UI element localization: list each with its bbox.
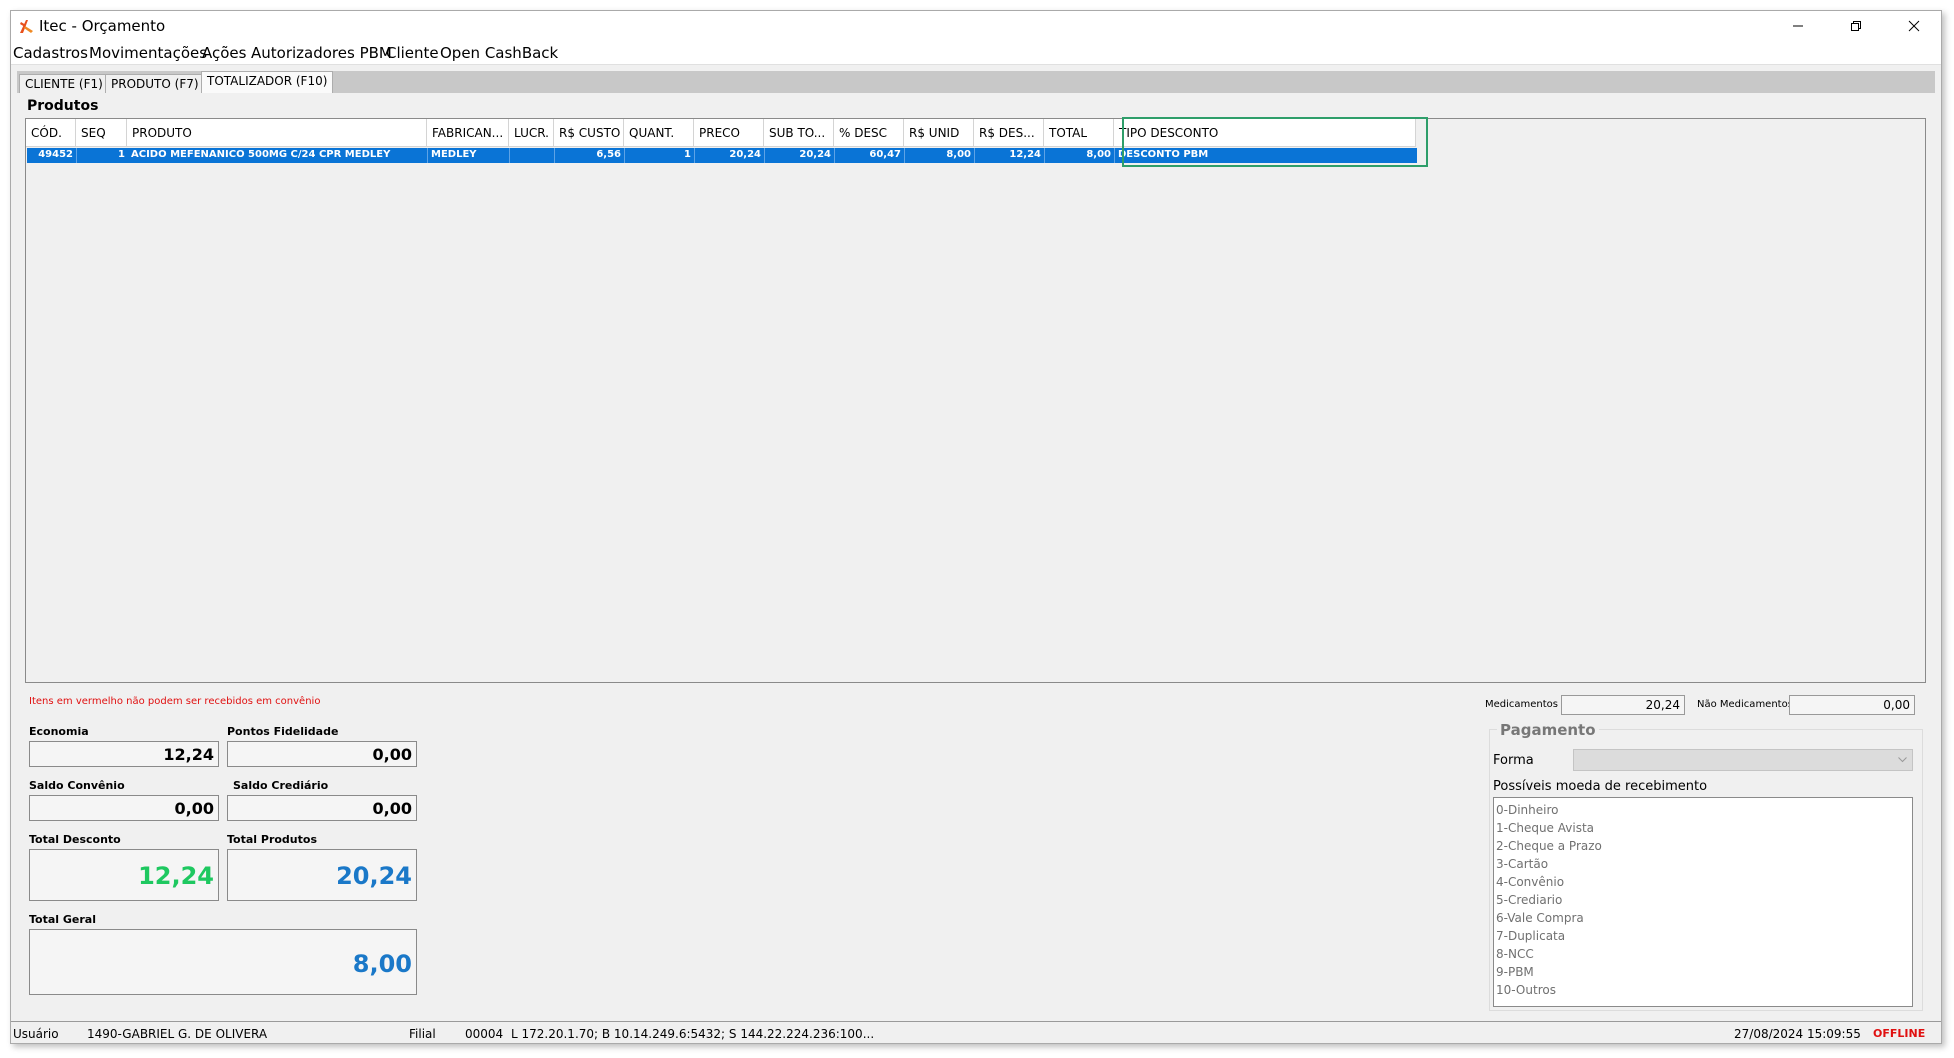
- menu-cadastros[interactable]: Cadastros: [13, 44, 88, 62]
- nao-medicamentos-label: Não Medicamentos: [1697, 699, 1793, 710]
- moeda-item-cartao[interactable]: 3-Cartão: [1496, 855, 1910, 873]
- column-header-cod[interactable]: CÓD.: [26, 119, 76, 147]
- moedas-list[interactable]: 0-Dinheiro 1-Cheque Avista 2-Cheque a Pr…: [1493, 797, 1913, 1007]
- total-geral-value: 8,00: [29, 929, 417, 995]
- chevron-down-icon: [1898, 757, 1907, 763]
- column-header-desconto[interactable]: R$ DES...: [974, 119, 1044, 147]
- moeda-item-convenio[interactable]: 4-Convênio: [1496, 873, 1910, 891]
- total-produtos-value: 20,24: [227, 849, 417, 901]
- cell-seq: 1: [118, 149, 125, 160]
- app-logo-icon: [20, 20, 33, 33]
- forma-label: Forma: [1493, 753, 1534, 768]
- window-title: Itec - Orçamento: [39, 17, 166, 35]
- economia-value: 12,24: [29, 741, 219, 767]
- column-header-seq[interactable]: SEQ: [76, 119, 127, 147]
- cell-tipo-desconto: DESCONTO PBM: [1118, 149, 1209, 160]
- tab-cliente[interactable]: CLIENTE (F1): [19, 74, 109, 93]
- moeda-item-ncc[interactable]: 8-NCC: [1496, 945, 1910, 963]
- total-geral-label: Total Geral: [29, 913, 96, 926]
- close-button[interactable]: [1891, 11, 1937, 41]
- total-desconto-label: Total Desconto: [29, 833, 121, 846]
- cell-fabricante: MEDLEY: [428, 148, 510, 163]
- pontos-fidelidade-label: Pontos Fidelidade: [227, 725, 339, 738]
- cell-preco: 20,24: [695, 148, 765, 163]
- column-header-desc-pct[interactable]: % DESC: [834, 119, 904, 147]
- moeda-item-outros[interactable]: 10-Outros: [1496, 981, 1910, 999]
- total-desconto-value: 12,24: [29, 849, 219, 901]
- moedas-label: Possíveis moeda de recebimento: [1493, 779, 1708, 794]
- column-header-custo[interactable]: R$ CUSTO: [554, 119, 624, 147]
- cell-produto: ACIDO MEFENANICO 500MG C/24 CPR MEDLEY: [128, 148, 428, 163]
- saldo-crediario-label: Saldo Crediário: [233, 779, 329, 792]
- main-window: Itec - Orçamento Cadastros Movimentações…: [10, 10, 1942, 1044]
- cell-desc-pct: 60,47: [835, 148, 905, 163]
- tab-produto[interactable]: PRODUTO (F7): [105, 74, 205, 93]
- moeda-item-duplicata[interactable]: 7-Duplicata: [1496, 927, 1910, 945]
- moeda-item-vale-compra[interactable]: 6-Vale Compra: [1496, 909, 1910, 927]
- cell-subtotal: 20,24: [765, 148, 835, 163]
- restore-icon: [1851, 21, 1861, 31]
- economia-label: Economia: [29, 725, 89, 738]
- column-header-total[interactable]: TOTAL: [1044, 119, 1114, 147]
- connection-info: L 172.20.1.70; B 10.14.249.6:5432; S 144…: [511, 1027, 875, 1041]
- menu-bar: Cadastros Movimentações Ações Autorizado…: [11, 41, 1941, 65]
- datetime: 27/08/2024 15:09:55: [1734, 1027, 1861, 1041]
- menu-movimentacoes[interactable]: Movimentações: [89, 44, 207, 62]
- saldo-convenio-value: 0,00: [29, 795, 219, 821]
- moeda-item-crediario[interactable]: 5-Crediario: [1496, 891, 1910, 909]
- title-bar: Itec - Orçamento: [11, 11, 1941, 41]
- cell-desconto: 12,24: [975, 148, 1045, 163]
- menu-autorizadores-pbm[interactable]: Autorizadores PBM: [251, 44, 392, 62]
- minimize-button[interactable]: [1775, 11, 1821, 41]
- menu-cliente[interactable]: Cliente: [386, 44, 439, 62]
- pagamento-title: Pagamento: [1497, 721, 1599, 739]
- cell-unid: 8,00: [905, 148, 975, 163]
- filial-value: 00004: [465, 1027, 504, 1041]
- cell-total: 8,00: [1045, 148, 1115, 163]
- moeda-item-dinheiro[interactable]: 0-Dinheiro: [1496, 801, 1910, 819]
- nao-medicamentos-value: 0,00: [1789, 695, 1915, 715]
- tab-strip: CLIENTE (F1) PRODUTO (F7) TOTALIZADOR (F…: [17, 71, 1935, 93]
- cell-quant: 1: [625, 148, 695, 163]
- convenio-warning: Itens em vermelho não podem ser recebido…: [29, 696, 321, 707]
- close-icon: [1908, 20, 1920, 32]
- column-header-produto[interactable]: PRODUTO: [127, 119, 427, 147]
- medicamentos-label: Medicamentos: [1485, 699, 1559, 710]
- saldo-crediario-value: 0,00: [227, 795, 417, 821]
- moeda-item-pbm[interactable]: 9-PBM: [1496, 963, 1910, 981]
- pontos-fidelidade-value: 0,00: [227, 741, 417, 767]
- restore-button[interactable]: [1833, 11, 1879, 41]
- usuario-label: Usuário: [13, 1027, 59, 1041]
- column-header-lucro[interactable]: LUCR.: [509, 119, 554, 147]
- column-header-preco[interactable]: PRECO: [694, 119, 764, 147]
- menu-open-cashback[interactable]: Open CashBack: [440, 44, 558, 62]
- moeda-item-cheque-avista[interactable]: 1-Cheque Avista: [1496, 819, 1910, 837]
- moeda-item-cheque-prazo[interactable]: 2-Cheque a Prazo: [1496, 837, 1910, 855]
- forma-select[interactable]: [1573, 749, 1913, 771]
- tab-totalizador[interactable]: TOTALIZADOR (F10): [201, 71, 334, 93]
- column-header-quant[interactable]: QUANT.: [624, 119, 694, 147]
- saldo-convenio-label: Saldo Convênio: [29, 779, 125, 792]
- minimize-icon: [1793, 25, 1803, 27]
- filial-label: Filial: [409, 1027, 436, 1041]
- column-header-unid[interactable]: R$ UNID: [904, 119, 974, 147]
- cell-cod: 49452: [27, 148, 77, 163]
- produtos-section-title: Produtos: [27, 98, 99, 114]
- status-bar: Usuário 1490-GABRIEL G. DE OLIVERA Filia…: [11, 1021, 1941, 1043]
- column-header-subtotal[interactable]: SUB TO...: [764, 119, 834, 147]
- cell-lucro: [510, 148, 555, 163]
- column-header-fabricante[interactable]: FABRICAN...: [427, 119, 509, 147]
- medicamentos-value: 20,24: [1561, 695, 1685, 715]
- menu-acoes[interactable]: Ações: [202, 44, 246, 62]
- table-row[interactable]: 49452 1 ACIDO MEFENANICO 500MG C/24 CPR …: [27, 148, 1417, 163]
- total-produtos-label: Total Produtos: [227, 833, 317, 846]
- cell-custo: 6,56: [555, 148, 625, 163]
- produtos-grid[interactable]: CÓD. SEQ PRODUTO FABRICAN... LUCR. R$ CU…: [25, 117, 1926, 683]
- column-header-tipo-desconto[interactable]: TIPO DESCONTO: [1114, 119, 1416, 147]
- status-badge: OFFLINE: [1873, 1027, 1926, 1040]
- usuario-value: 1490-GABRIEL G. DE OLIVERA: [87, 1027, 268, 1041]
